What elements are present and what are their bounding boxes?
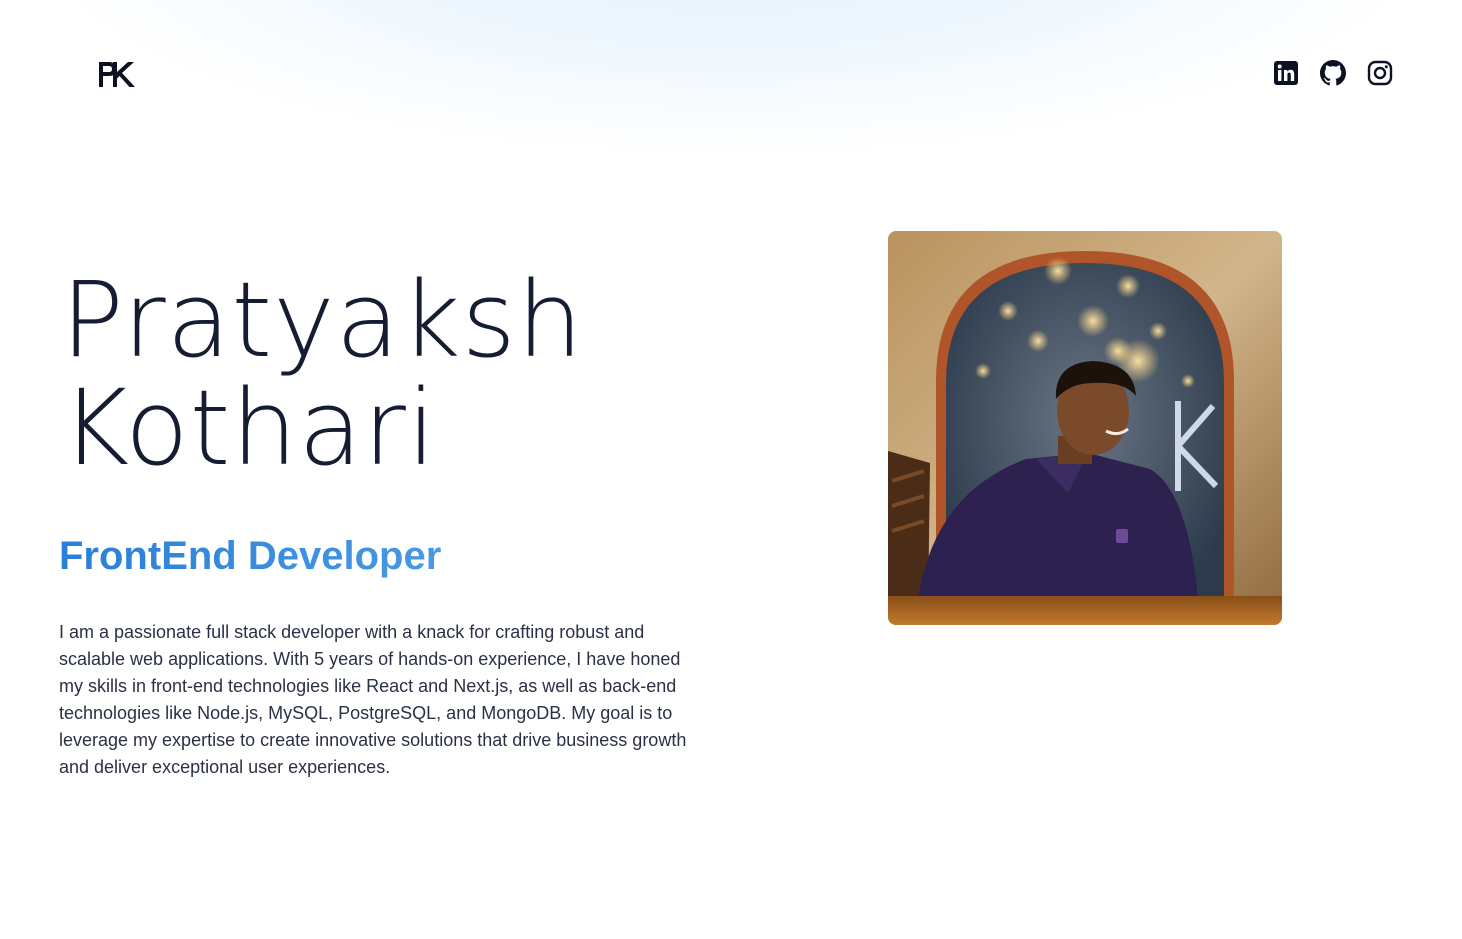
bio-paragraph: I am a passionate full stack developer w… — [59, 622, 687, 777]
social-links — [1273, 59, 1393, 87]
linkedin-icon — [1274, 61, 1298, 85]
profile-photo — [888, 231, 1282, 625]
instagram-link[interactable] — [1367, 59, 1393, 87]
github-icon — [1320, 60, 1346, 86]
hero-name: Pratyaksh Kothari — [61, 266, 584, 482]
pk-logo-icon — [99, 62, 135, 87]
linkedin-link[interactable] — [1273, 59, 1299, 87]
github-link[interactable] — [1320, 59, 1346, 87]
page: Pratyaksh Kothari FrontEnd Developer I a… — [0, 0, 1462, 939]
instagram-icon — [1367, 60, 1393, 86]
background-glow — [0, 0, 1462, 220]
logo[interactable] — [97, 58, 139, 92]
last-name: Kothari — [61, 367, 437, 489]
first-name: Pratyaksh — [61, 259, 584, 381]
job-title: FrontEnd Developer — [59, 534, 442, 578]
